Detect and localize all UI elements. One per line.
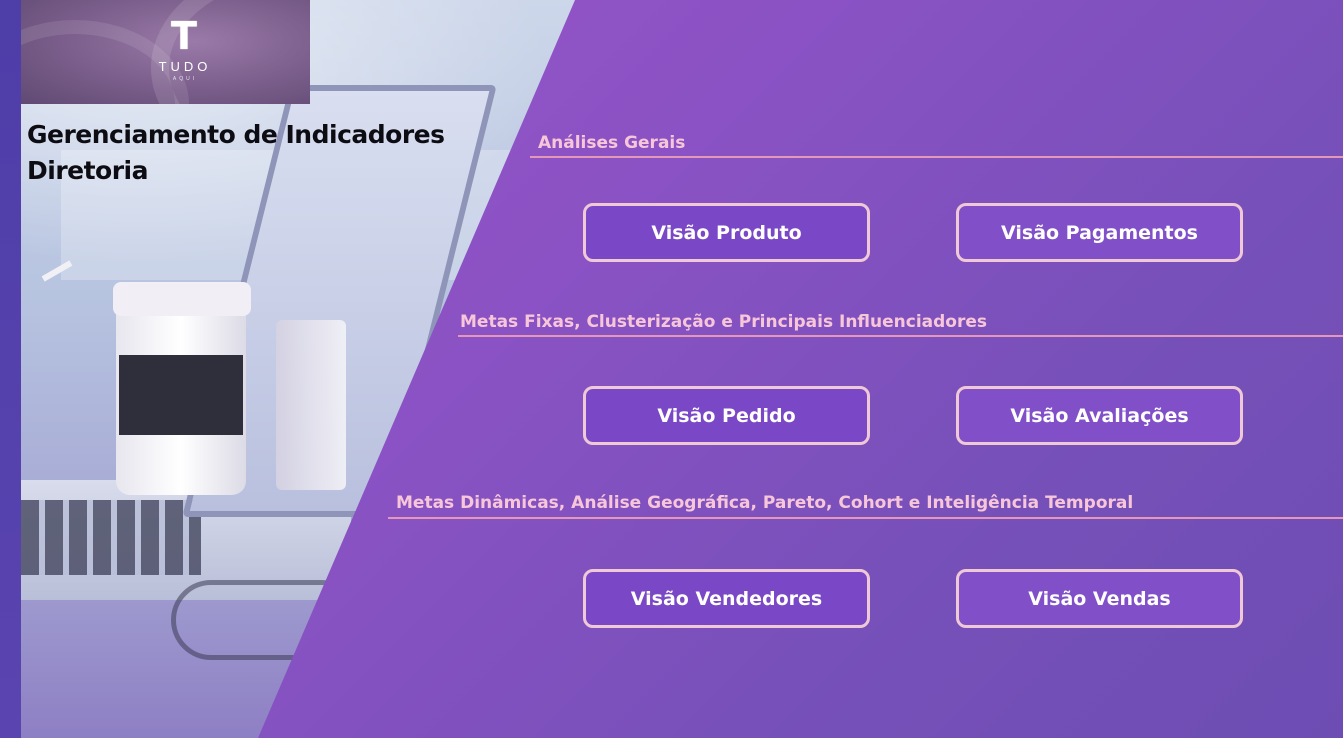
laptop-keyboard: [21, 500, 201, 575]
section-label-metas-dinamicas: Metas Dinâmicas, Análise Geográfica, Par…: [396, 493, 1134, 513]
visao-vendas-button[interactable]: Visão Vendas: [956, 569, 1243, 628]
section-divider: [388, 517, 1343, 519]
visao-vendedores-button[interactable]: Visão Vendedores: [583, 569, 870, 628]
section-divider: [530, 156, 1343, 158]
section-label-analises-gerais: Análises Gerais: [538, 133, 686, 153]
coffee-cup-back: [276, 320, 346, 490]
brand-name: TUDO: [158, 59, 212, 74]
page-title-line2: Diretoria: [27, 156, 149, 185]
visao-pagamentos-button[interactable]: Visão Pagamentos: [956, 203, 1243, 262]
visao-produto-button[interactable]: Visão Produto: [583, 203, 870, 262]
left-edge-bar: [0, 0, 21, 738]
coffee-cup-sleeve: [119, 355, 243, 435]
visao-pedido-button[interactable]: Visão Pedido: [583, 386, 870, 445]
page-title-line1: Gerenciamento de Indicadores: [27, 120, 445, 149]
visao-avaliacoes-button[interactable]: Visão Avaliações: [956, 386, 1243, 445]
coffee-cup-lid: [113, 282, 251, 316]
section-label-metas-fixas: Metas Fixas, Clusterização e Principais …: [460, 312, 988, 332]
brand-tagline: AQUI: [172, 76, 198, 82]
logo-t-icon: T: [171, 14, 197, 58]
page-title: Gerenciamento de Indicadores Diretoria: [27, 117, 467, 189]
section-divider: [458, 335, 1343, 337]
brand-logo: T TUDO AQUI: [21, 0, 310, 104]
